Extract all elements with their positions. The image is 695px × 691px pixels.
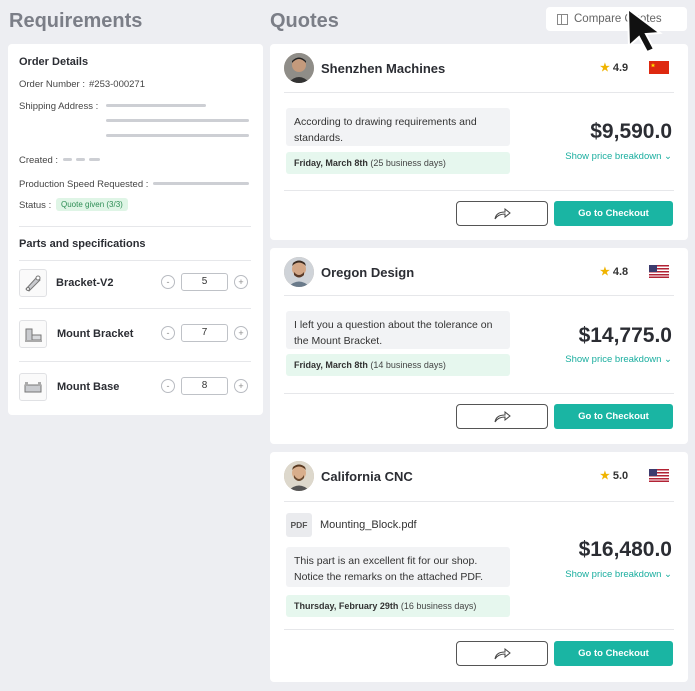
delivery-date: Friday, March 8th (14 business days) xyxy=(286,354,510,376)
vendor-message: This part is an excellent fit for our sh… xyxy=(286,547,510,587)
mount-base-part-thumbnail[interactable] xyxy=(19,373,47,401)
divider xyxy=(19,260,251,261)
columns-icon xyxy=(557,13,568,25)
vendor-name: Oregon Design xyxy=(321,265,415,280)
delivery-date: Friday, March 8th (25 business days) xyxy=(286,152,510,174)
us-flag-icon xyxy=(649,265,669,278)
share-button[interactable] xyxy=(456,641,548,666)
divider xyxy=(19,226,251,227)
part-name: Bracket-V2 xyxy=(56,277,114,289)
chevron-down-icon: ⌄ xyxy=(664,354,672,365)
vendor-rating: ★ 5.0 xyxy=(600,470,629,482)
bracket-part-thumbnail[interactable] xyxy=(19,269,47,297)
increase-quantity-button[interactable]: + xyxy=(234,326,248,340)
quote-price: $9,590.0 xyxy=(590,120,672,143)
forward-arrow-icon xyxy=(494,410,511,422)
show-price-breakdown-link[interactable]: Show price breakdown ⌄ xyxy=(565,151,672,162)
status-label: Status : xyxy=(19,200,52,211)
increase-quantity-button[interactable]: + xyxy=(234,379,248,393)
divider xyxy=(284,92,674,93)
shipping-address-label: Shipping Address : xyxy=(19,101,99,112)
quote-price: $16,480.0 xyxy=(578,538,672,561)
share-button[interactable] xyxy=(456,404,548,429)
mouse-pointer-icon xyxy=(626,6,663,54)
show-price-breakdown-link[interactable]: Show price breakdown ⌄ xyxy=(565,569,672,580)
show-price-breakdown-link[interactable]: Show price breakdown ⌄ xyxy=(565,354,672,365)
attachment-filename[interactable]: Mounting_Block.pdf xyxy=(320,519,417,531)
vendor-message: I left you a question about the toleranc… xyxy=(286,311,510,349)
quantity-input[interactable]: 8 xyxy=(181,377,228,395)
vendor-message: According to drawing requirements and st… xyxy=(286,108,510,146)
part-row: Bracket-V2 - 5 + xyxy=(19,265,251,305)
mount-bracket-part-thumbnail[interactable] xyxy=(19,320,47,348)
vendor-rating: ★ 4.8 xyxy=(600,266,629,278)
forward-arrow-icon xyxy=(494,647,511,659)
quote-card: California CNC ★ 5.0 PDF Mounting_Block.p… xyxy=(270,452,688,682)
chevron-down-icon: ⌄ xyxy=(664,569,672,580)
quantity-input[interactable]: 7 xyxy=(181,324,228,342)
parts-title: Parts and specifications xyxy=(19,238,146,250)
divider xyxy=(19,361,251,362)
shipping-address-line xyxy=(106,134,249,137)
delivery-date: Thursday, February 29th (16 business day… xyxy=(286,595,510,617)
quote-price: $14,775.0 xyxy=(578,324,672,347)
star-icon: ★ xyxy=(600,62,610,74)
go-to-checkout-button[interactable]: Go to Checkout xyxy=(554,404,673,429)
created-label: Created : xyxy=(19,155,59,166)
divider xyxy=(19,308,251,309)
share-button[interactable] xyxy=(456,201,548,226)
decrease-quantity-button[interactable]: - xyxy=(161,379,175,393)
pdf-file-icon: PDF xyxy=(286,513,312,537)
part-name: Mount Base xyxy=(57,381,120,393)
star-icon: ★ xyxy=(600,470,610,482)
vendor-name: Shenzhen Machines xyxy=(321,61,446,76)
part-row: Mount Bracket - 7 + xyxy=(19,316,251,356)
requirements-heading: Requirements xyxy=(9,10,143,32)
part-row: Mount Base - 8 + xyxy=(19,369,251,409)
divider xyxy=(284,295,674,296)
production-speed-line xyxy=(153,182,249,185)
order-number-value: #253-000271 xyxy=(89,79,145,90)
vendor-rating: ★ 4.9 xyxy=(600,62,629,74)
decrease-quantity-button[interactable]: - xyxy=(161,275,175,289)
quote-card: Oregon Design ★ 4.8 I left you a question… xyxy=(270,248,688,444)
go-to-checkout-button[interactable]: Go to Checkout xyxy=(554,641,673,666)
star-icon: ★ xyxy=(600,266,610,278)
attachment[interactable]: PDF Mounting_Block.pdf xyxy=(286,513,417,537)
quote-card: Shenzhen Machines ★ 4.9 According to draw… xyxy=(270,44,688,240)
part-name: Mount Bracket xyxy=(57,328,134,340)
order-number-label: Order Number : xyxy=(19,79,85,90)
requirements-panel: Order Details Order Number : #253-000271… xyxy=(8,44,263,415)
go-to-checkout-button[interactable]: Go to Checkout xyxy=(554,201,673,226)
created-value-line xyxy=(63,158,72,161)
divider xyxy=(284,190,674,191)
quotes-heading: Quotes xyxy=(270,10,339,32)
vendor-avatar xyxy=(284,53,314,83)
status-badge: Quote given (3/3) xyxy=(56,198,128,211)
chevron-down-icon: ⌄ xyxy=(664,151,672,162)
vendor-name: California CNC xyxy=(321,469,413,484)
china-flag-icon xyxy=(649,61,669,74)
divider xyxy=(284,501,674,502)
shipping-address-line xyxy=(106,104,206,107)
vendor-avatar xyxy=(284,257,314,287)
shipping-address-line xyxy=(106,119,249,122)
decrease-quantity-button[interactable]: - xyxy=(161,326,175,340)
created-value-line xyxy=(89,158,100,161)
vendor-avatar xyxy=(284,461,314,491)
created-value-line xyxy=(76,158,85,161)
production-speed-label: Production Speed Requested : xyxy=(19,179,149,190)
order-details-title: Order Details xyxy=(19,56,89,68)
forward-arrow-icon xyxy=(494,207,511,219)
increase-quantity-button[interactable]: + xyxy=(234,275,248,289)
divider xyxy=(284,393,674,394)
us-flag-icon xyxy=(649,469,669,482)
quantity-input[interactable]: 5 xyxy=(181,273,228,291)
divider xyxy=(284,629,674,630)
